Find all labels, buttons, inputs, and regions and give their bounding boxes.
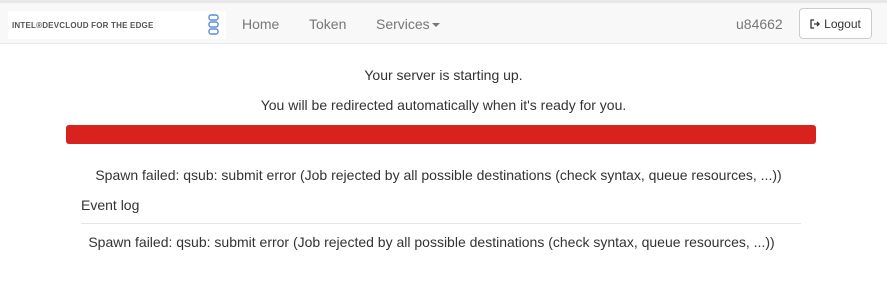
navbar: INTEL®DEVCLOUD FOR THE EDGE Home Token S… xyxy=(0,0,887,44)
nav-link-token[interactable]: Token xyxy=(309,16,346,32)
nav-link-home[interactable]: Home xyxy=(242,16,279,32)
nav-link-services[interactable]: Services xyxy=(376,16,440,32)
progress-bar-fill xyxy=(66,125,816,144)
event-log-entry: Spawn failed: qsub: submit error (Job re… xyxy=(88,234,775,250)
logout-button[interactable]: Logout xyxy=(799,8,872,39)
event-log-title[interactable]: Event log xyxy=(81,197,139,213)
brand-logo[interactable]: INTEL®DEVCLOUD FOR THE EDGE xyxy=(8,11,226,39)
caret-down-icon xyxy=(431,23,440,28)
redirect-message: You will be redirected automatically whe… xyxy=(260,97,627,113)
brand-text: INTEL®DEVCLOUD FOR THE EDGE xyxy=(12,20,154,30)
spawn-error-message: Spawn failed: qsub: submit error (Job re… xyxy=(95,167,782,183)
status-message: Your server is starting up. xyxy=(364,67,523,83)
logout-label: Logout xyxy=(824,16,861,31)
user-name: u84662 xyxy=(736,16,783,32)
nav-link-services-label: Services xyxy=(376,16,430,32)
event-log-divider xyxy=(81,223,801,224)
progress-bar-track xyxy=(66,125,816,144)
devcloud-logo-icon xyxy=(208,14,219,35)
sign-out-icon xyxy=(810,18,821,29)
